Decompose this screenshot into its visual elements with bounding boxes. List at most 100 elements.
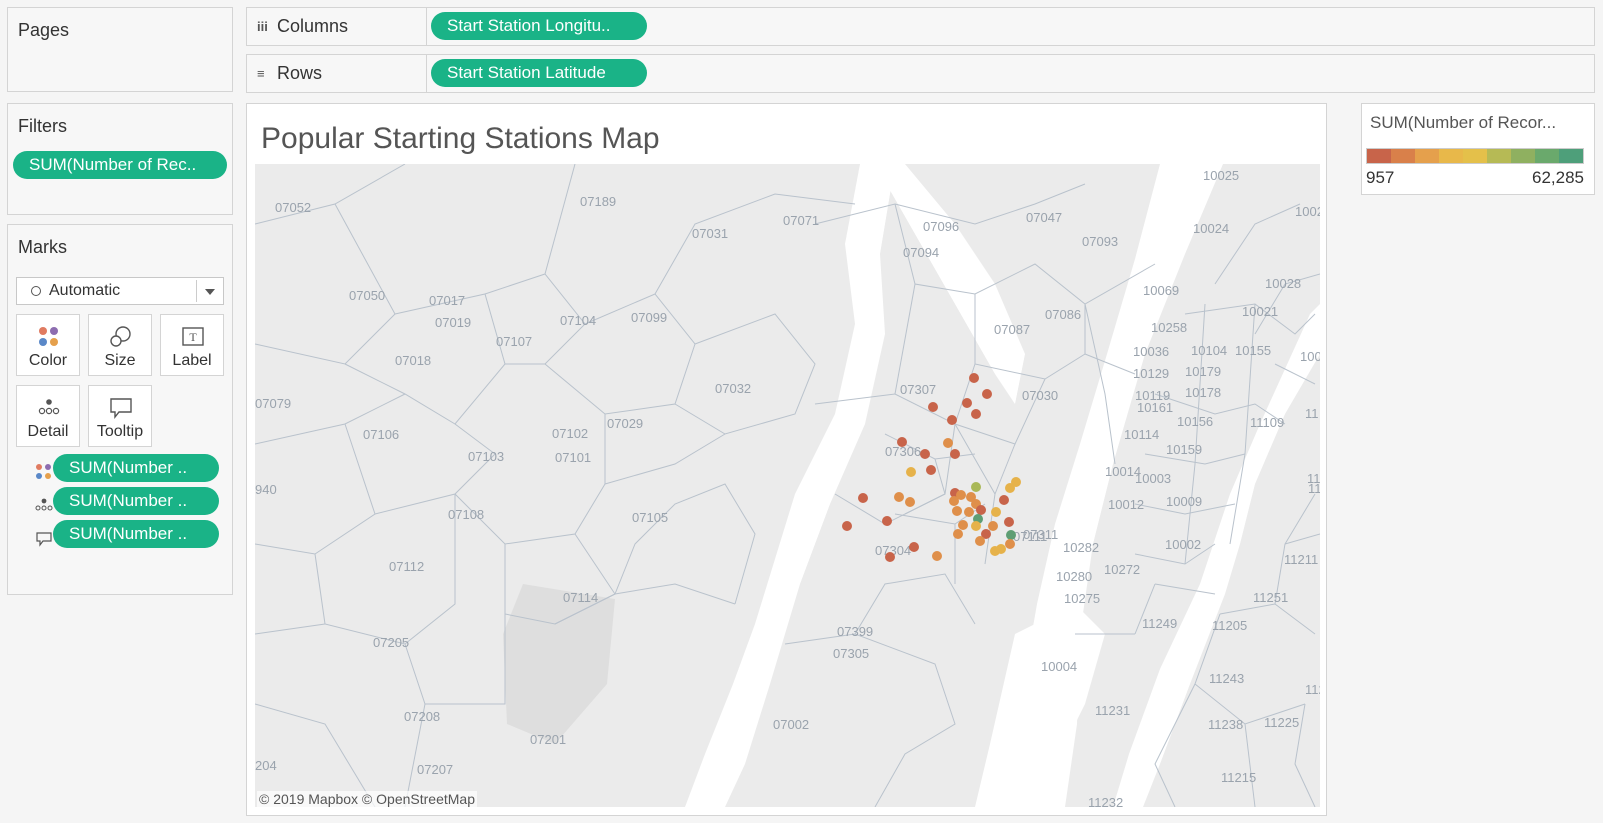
detail-field-pill[interactable]: SUM(Number .. <box>53 487 219 515</box>
station-dot[interactable] <box>962 398 972 408</box>
zip-label: 07399 <box>837 624 873 639</box>
station-dot[interactable] <box>949 496 959 506</box>
chevron-down-icon <box>205 289 215 295</box>
station-dot[interactable] <box>971 482 981 492</box>
legend-swatch <box>1463 149 1487 163</box>
tooltip-label: Tooltip <box>96 423 144 440</box>
station-dot[interactable] <box>909 542 919 552</box>
tooltip-field-pill[interactable]: SUM(Number .. <box>53 520 219 548</box>
detail-icon <box>35 498 53 511</box>
map-view[interactable]: 07052 07189 07031 07071 07096 07047 07094 07093… <box>255 164 1320 807</box>
legend-swatch <box>1511 149 1535 163</box>
color-button[interactable]: Color <box>16 314 80 376</box>
zip-label: 10155 <box>1235 343 1271 358</box>
station-dot[interactable] <box>953 529 963 539</box>
station-dot[interactable] <box>950 449 960 459</box>
station-dot[interactable] <box>920 449 930 459</box>
rows-pill[interactable]: Start Station Latitude <box>431 59 647 87</box>
zip-label: 11222 <box>1307 471 1320 486</box>
zip-label: 11109 <box>1250 415 1284 430</box>
station-dot[interactable] <box>894 492 904 502</box>
label-button[interactable]: T Label <box>160 314 224 376</box>
zip-label: 07105 <box>632 510 668 525</box>
zip-label: 10114 <box>1124 427 1159 442</box>
zip-label: 10129 <box>1133 366 1169 381</box>
station-dot[interactable] <box>1004 517 1014 527</box>
tooltip-icon <box>36 532 52 547</box>
color-legend[interactable]: SUM(Number of Recor... 957 62,285 <box>1361 103 1595 195</box>
zip-label: 11 <box>1305 406 1319 421</box>
label-icon: T <box>182 327 204 346</box>
station-dot[interactable] <box>1005 483 1015 493</box>
tooltip-button[interactable]: Tooltip <box>88 385 152 447</box>
zip-label: 07102 <box>552 426 588 441</box>
zip-label: 10280 <box>1056 569 1092 584</box>
station-dot[interactable] <box>996 544 1006 554</box>
columns-shelf[interactable]: iii Columns Start Station Longitu.. <box>246 7 1595 46</box>
rows-icon: ≡ <box>257 66 265 81</box>
station-dot[interactable] <box>952 506 962 516</box>
station-dot[interactable] <box>1005 539 1015 549</box>
zip-label: 10258 <box>1151 320 1187 335</box>
zip-label: 07099 <box>631 310 667 325</box>
marks-title: Marks <box>18 237 67 257</box>
rows-shelf[interactable]: ≡ Rows Start Station Latitude <box>246 54 1595 93</box>
station-dot[interactable] <box>999 495 1009 505</box>
station-dot[interactable] <box>982 389 992 399</box>
station-dot[interactable] <box>971 409 981 419</box>
zip-label: 10002 <box>1165 537 1201 552</box>
station-dot[interactable] <box>905 497 915 507</box>
station-dot[interactable] <box>958 520 968 530</box>
columns-icon: iii <box>257 19 268 34</box>
pages-shelf[interactable]: Pages <box>7 7 233 92</box>
station-dot[interactable] <box>969 373 979 383</box>
zip-label: 10272 <box>1104 562 1140 577</box>
columns-pill[interactable]: Start Station Longitu.. <box>431 12 647 40</box>
zip-label: 11238 <box>1208 717 1243 732</box>
zip-label: 07002 <box>773 717 809 732</box>
station-dot[interactable] <box>964 507 974 517</box>
zip-label: 10044 <box>1300 349 1320 364</box>
station-dot[interactable] <box>975 536 985 546</box>
legend-swatch <box>1415 149 1439 163</box>
station-dot[interactable] <box>928 402 938 412</box>
detail-button[interactable]: Detail <box>16 385 80 447</box>
station-dot[interactable] <box>971 521 981 531</box>
station-dot[interactable] <box>976 505 986 515</box>
station-dot[interactable] <box>988 521 998 531</box>
station-dot[interactable] <box>906 467 916 477</box>
zip-label: 07103 <box>468 449 504 464</box>
zip-label: 07207 <box>417 762 453 777</box>
zip-label: 07307 <box>900 382 936 397</box>
station-dot[interactable] <box>947 415 957 425</box>
zip-label: 07305 <box>833 646 869 661</box>
station-dot[interactable] <box>943 438 953 448</box>
station-dot[interactable] <box>842 521 852 531</box>
zip-label: 07101 <box>555 450 591 465</box>
station-dot[interactable] <box>932 551 942 561</box>
svg-text:T: T <box>189 330 197 344</box>
zip-label: 10282 <box>1063 540 1099 555</box>
station-dot[interactable] <box>858 493 868 503</box>
color-icon <box>39 327 58 346</box>
zip-label: 11251 <box>1253 590 1288 605</box>
color-field-pill[interactable]: SUM(Number .. <box>53 454 219 482</box>
zip-label: 11225 <box>1264 715 1299 730</box>
station-dot[interactable] <box>926 465 936 475</box>
filters-shelf[interactable]: Filters SUM(Number of Rec.. <box>7 103 233 215</box>
select-divider <box>196 280 197 302</box>
filter-pill[interactable]: SUM(Number of Rec.. <box>13 151 227 179</box>
color-icon <box>36 464 51 479</box>
station-dot[interactable] <box>991 507 1001 517</box>
station-dot[interactable] <box>882 516 892 526</box>
mark-type-select[interactable]: Automatic <box>16 277 224 305</box>
filters-title: Filters <box>18 116 67 136</box>
zip-label: 10025 <box>1203 168 1239 183</box>
zip-label: 07087 <box>994 322 1030 337</box>
zip-label: 10179 <box>1185 364 1221 379</box>
rows-label: ≡ Rows <box>247 55 427 92</box>
station-dot[interactable] <box>897 437 907 447</box>
size-button[interactable]: Size <box>88 314 152 376</box>
station-dot[interactable] <box>1006 530 1016 540</box>
station-dot[interactable] <box>885 552 895 562</box>
